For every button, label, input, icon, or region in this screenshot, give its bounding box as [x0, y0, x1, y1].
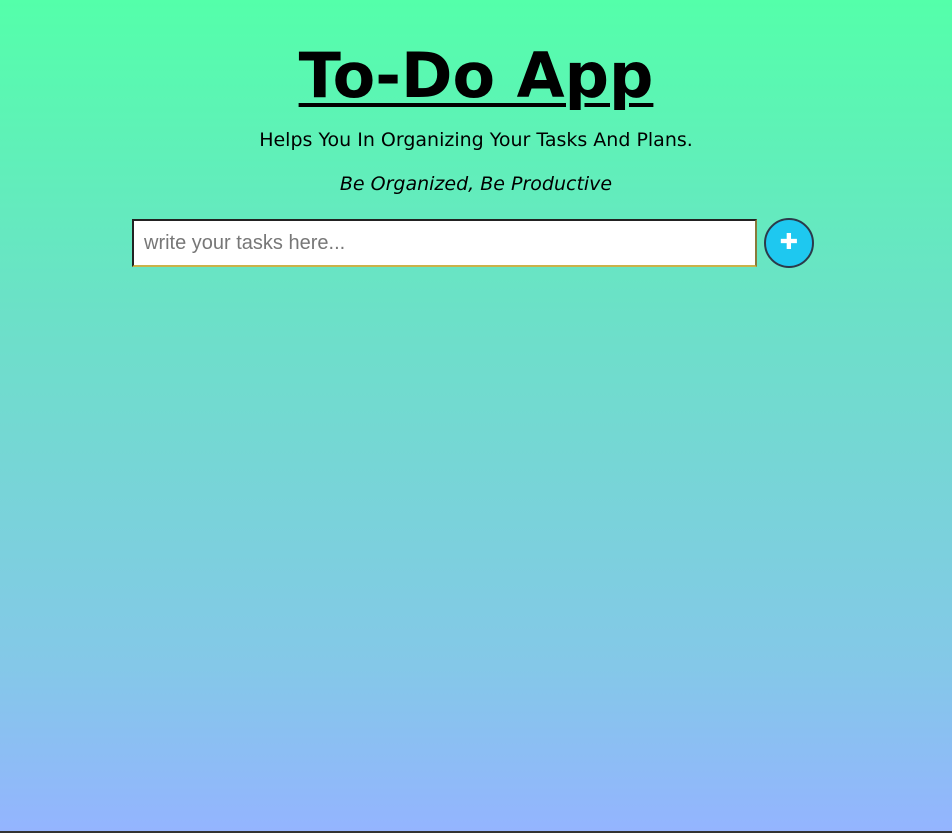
app-tagline: Be Organized, Be Productive [339, 173, 613, 195]
app-subtitle: Helps You In Organizing Your Tasks And P… [259, 129, 693, 151]
page-title: To-Do App [298, 39, 654, 112]
task-form: ✚ [132, 218, 814, 268]
add-task-button[interactable]: ✚ [764, 218, 814, 268]
task-input[interactable] [132, 219, 757, 267]
plus-icon: ✚ [779, 230, 799, 255]
app-header: To-Do App Helps You In Organizing Your T… [0, 0, 952, 196]
